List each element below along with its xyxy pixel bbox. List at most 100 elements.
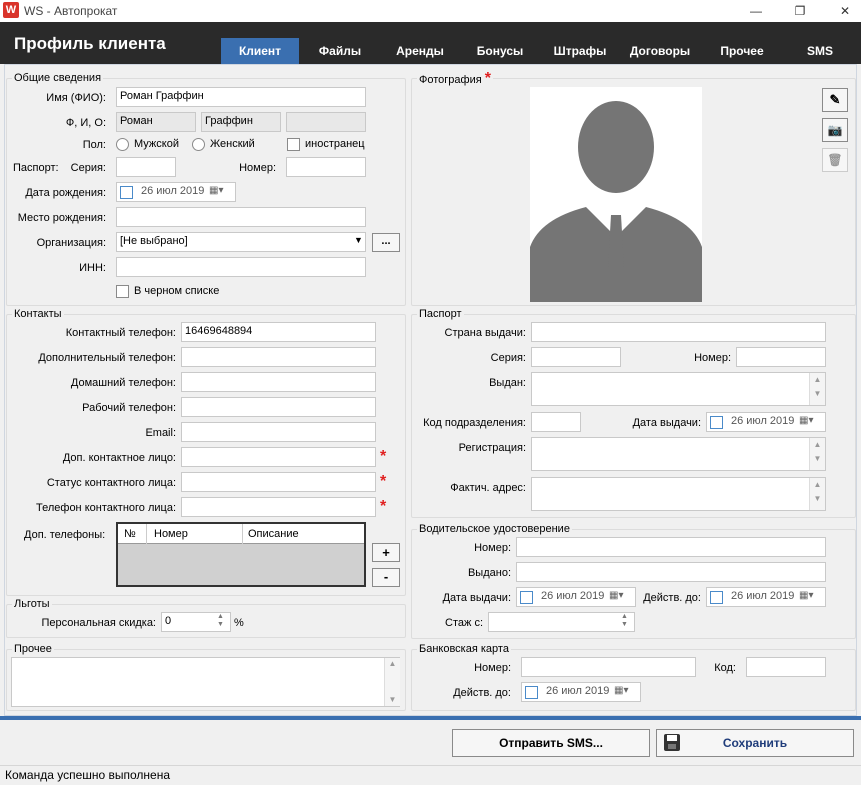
required-marker: * — [380, 448, 387, 465]
calendar-dropdown-icon[interactable]: ▦▾ — [799, 415, 813, 426]
last-name-field[interactable]: Граффин — [201, 112, 281, 132]
minimize-button[interactable]: — — [741, 0, 771, 22]
work-phone-input[interactable] — [181, 397, 376, 417]
bank-number-label: Номер: — [474, 662, 511, 674]
remove-phone-button[interactable]: - — [372, 568, 400, 587]
discount-value: 0 — [165, 615, 172, 627]
save-icon — [664, 734, 680, 751]
calendar-dropdown-icon[interactable]: ▦▾ — [209, 185, 223, 196]
code-input[interactable] — [531, 412, 581, 432]
org-label: Организация: — [36, 237, 106, 249]
contact-status-input[interactable] — [181, 472, 376, 492]
foreigner-checkbox[interactable] — [287, 138, 300, 151]
pass-series-input[interactable] — [531, 347, 621, 367]
tab-other[interactable]: Прочее — [707, 38, 777, 64]
tab-client[interactable]: Клиент — [221, 38, 299, 64]
inn-input[interactable] — [116, 257, 366, 277]
license-issue-date-label: Дата выдачи: — [442, 592, 511, 604]
male-radio[interactable] — [116, 138, 129, 151]
app-icon: W — [3, 2, 19, 18]
contact-person-input[interactable] — [181, 447, 376, 467]
registration-textarea[interactable] — [531, 437, 826, 471]
column-header-number[interactable]: Номер — [154, 528, 188, 540]
close-button[interactable]: ✕ — [830, 0, 860, 22]
calendar-dropdown-icon[interactable]: ▦▾ — [614, 685, 628, 696]
email-label: Email: — [145, 427, 176, 439]
spinner-arrows-icon[interactable]: ▲ ▼ — [217, 613, 224, 629]
spinner-arrows-icon[interactable]: ▲ ▼ — [621, 613, 628, 629]
series-label: Серия: — [70, 162, 106, 174]
country-input[interactable] — [531, 322, 826, 342]
contact-phone-input[interactable] — [181, 497, 376, 517]
notes-scrollbar[interactable]: ▲ ▼ — [384, 658, 400, 706]
column-divider — [146, 524, 147, 544]
camera-button[interactable]: 📷 — [822, 118, 848, 142]
license-issue-date-value: 26 июл 2019 — [541, 590, 605, 602]
dob-label: Дата рождения: — [25, 187, 106, 199]
phone-input[interactable]: 16469648894 — [181, 322, 376, 342]
send-sms-button[interactable]: Отправить SMS... — [452, 729, 650, 757]
bank-code-input[interactable] — [746, 657, 826, 677]
org-more-button[interactable]: ... — [372, 233, 400, 252]
page-title: Профиль клиента — [14, 34, 166, 53]
foreigner-label: иностранец — [305, 138, 365, 150]
pass-number-input[interactable] — [736, 347, 826, 367]
trash-icon: 🗑 — [827, 153, 843, 167]
blacklist-checkbox[interactable] — [116, 285, 129, 298]
column-header-num[interactable]: № — [124, 528, 136, 540]
license-number-input[interactable] — [516, 537, 826, 557]
column-header-description[interactable]: Описание — [248, 528, 299, 540]
passport-series-input[interactable] — [116, 157, 176, 177]
license-issue-checkbox[interactable] — [520, 591, 533, 604]
calendar-dropdown-icon[interactable]: ▦▾ — [609, 590, 623, 601]
tab-rentals[interactable]: Аренды — [385, 38, 455, 64]
extra-phone-input[interactable] — [181, 347, 376, 367]
delete-photo-button[interactable]: 🗑 — [822, 148, 848, 172]
pob-input[interactable] — [116, 207, 366, 227]
bank-valid-label: Действ. до: — [453, 687, 511, 699]
home-phone-input[interactable] — [181, 372, 376, 392]
experience-spinner[interactable] — [488, 612, 635, 632]
address-textarea[interactable] — [531, 477, 826, 511]
license-number-label: Номер: — [474, 542, 511, 554]
org-select[interactable]: [Не выбрано] — [116, 232, 366, 252]
issued-label: Выдан: — [489, 377, 526, 389]
maximize-button[interactable]: ❐ — [785, 0, 815, 22]
name-input[interactable]: Роман Граффин — [116, 87, 366, 107]
tab-bonuses[interactable]: Бонусы — [465, 38, 535, 64]
pob-label: Место рождения: — [17, 212, 106, 224]
license-valid-checkbox[interactable] — [710, 591, 723, 604]
add-phone-button[interactable]: + — [372, 543, 400, 562]
contact-person-label: Доп. контактное лицо: — [62, 452, 176, 464]
issued-textarea[interactable] — [531, 372, 826, 406]
save-button[interactable]: Сохранить — [656, 729, 854, 757]
tab-sms[interactable]: SMS — [785, 38, 855, 64]
edit-photo-button[interactable]: ✎ — [822, 88, 848, 112]
license-issued-input[interactable] — [516, 562, 826, 582]
issued-scrollbar[interactable]: ▲ ▼ — [809, 373, 825, 405]
issue-date-checkbox[interactable] — [710, 416, 723, 429]
footer-divider — [0, 716, 861, 720]
passport-number-input[interactable] — [286, 157, 366, 177]
dob-value: 26 июл 2019 — [141, 185, 205, 197]
tab-contracts[interactable]: Договоры — [622, 38, 698, 64]
first-name-field[interactable]: Роман — [116, 112, 196, 132]
extra-phones-label: Доп. телефоны: — [24, 529, 106, 541]
tab-fines[interactable]: Штрафы — [545, 38, 615, 64]
passport-label: Паспорт: — [13, 162, 59, 174]
middle-name-field[interactable] — [286, 112, 366, 132]
email-input[interactable] — [181, 422, 376, 442]
calendar-dropdown-icon[interactable]: ▦▾ — [799, 590, 813, 601]
inn-label: ИНН: — [79, 262, 106, 274]
required-marker: * — [380, 473, 387, 490]
address-scrollbar[interactable]: ▲ ▼ — [809, 478, 825, 510]
other-notes-textarea[interactable] — [11, 657, 400, 707]
pass-number-label: Номер: — [694, 352, 731, 364]
save-label: Сохранить — [722, 736, 788, 750]
tab-files[interactable]: Файлы — [305, 38, 375, 64]
dob-checkbox[interactable] — [120, 186, 133, 199]
bank-valid-checkbox[interactable] — [525, 686, 538, 699]
registration-scrollbar[interactable]: ▲ ▼ — [809, 438, 825, 470]
bank-number-input[interactable] — [521, 657, 696, 677]
female-radio[interactable] — [192, 138, 205, 151]
